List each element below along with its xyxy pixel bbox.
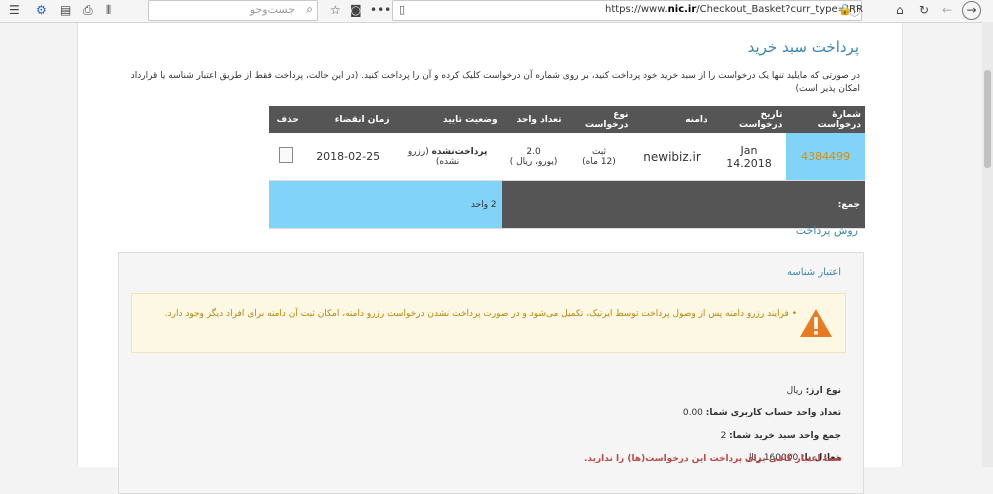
bookmark-star-icon[interactable]: ☆ bbox=[330, 2, 341, 18]
units-cell: 2.0 (یورو، ریال ) bbox=[501, 133, 566, 181]
warning-icon bbox=[800, 309, 832, 337]
units-value: 2.0 bbox=[526, 146, 541, 157]
currency-line: نوع ارز: ریال bbox=[786, 386, 841, 396]
browser-toolbar: ☰ ⚙ ▤ ⎙ ⫴ جست‌وجو ⌕ ☆ ◙ ••• ▯ https://ww… bbox=[0, 0, 993, 23]
delete-icon[interactable] bbox=[278, 147, 293, 163]
expiry-date: 2018-02-25 bbox=[302, 133, 394, 181]
search-icon: ⌕ bbox=[306, 2, 313, 16]
forward-arrow-icon[interactable]: → bbox=[962, 1, 981, 20]
table-header-row: شمارهٔ درخواست تاریخ درخواست دامنه نوع د… bbox=[269, 106, 865, 133]
col-request-date: تاریخ درخواست bbox=[711, 106, 787, 133]
status-cell: پرداخت‌نشده (رزرو نشده) bbox=[393, 133, 502, 181]
main-content: پرداخت سبد خرید در صورتی که مایلید تنها … bbox=[77, 23, 903, 494]
page-scrollbar[interactable] bbox=[982, 22, 993, 467]
page-title: پرداخت سبد خرید bbox=[747, 38, 859, 56]
balance-line: تعداد واحد حساب کاربری شما: 0.00 bbox=[682, 408, 841, 418]
address-bar[interactable]: ▯ https://www.nic.ir/Checkout_Basket?cur… bbox=[392, 0, 863, 21]
request-date: Jan 14.2018 bbox=[711, 133, 787, 181]
print-icon[interactable]: ⎙ bbox=[83, 2, 93, 18]
total-label: جمع: bbox=[501, 180, 865, 229]
menu-icon[interactable]: ☰ bbox=[9, 2, 20, 18]
basket-line: جمع واحد سبد خرید شما: 2 bbox=[720, 431, 841, 441]
col-status: وضعیت تایید bbox=[393, 106, 502, 133]
more-actions-icon[interactable]: ••• bbox=[370, 2, 391, 18]
back-arrow-icon[interactable]: ← bbox=[942, 2, 952, 18]
reload-icon[interactable]: ↻ bbox=[919, 2, 929, 18]
col-expiry: زمان انقضاء bbox=[302, 106, 394, 133]
request-type: ثبت (12 ماه) bbox=[565, 133, 633, 181]
warning-box: • فرایند رزرو دامنه پس از وصول پرداخت تو… bbox=[131, 293, 846, 353]
request-number-link[interactable]: 4384499 bbox=[786, 133, 865, 181]
library-icon[interactable]: ⫴ bbox=[106, 2, 111, 18]
col-units: تعداد واحد bbox=[501, 106, 566, 133]
col-delete: حذف bbox=[269, 106, 303, 133]
search-input[interactable]: جست‌وجو bbox=[250, 3, 295, 16]
delete-cell bbox=[269, 133, 303, 181]
panel-title[interactable]: اعتبار شناسه bbox=[787, 267, 841, 278]
status-badge: پرداخت‌نشده bbox=[431, 146, 488, 157]
order-table: شمارهٔ درخواست تاریخ درخواست دامنه نوع د… bbox=[269, 106, 865, 229]
pocket-icon[interactable]: ◙ bbox=[350, 2, 362, 18]
request-type-period: (12 ماه) bbox=[582, 156, 616, 167]
total-value: 2 واحد bbox=[269, 180, 502, 229]
search-box[interactable]: جست‌وجو ⌕ bbox=[148, 0, 318, 21]
total-row: جمع: 2 واحد bbox=[269, 180, 865, 229]
domain-name: newibiz.ir bbox=[632, 133, 712, 181]
request-type-label: ثبت bbox=[591, 146, 606, 157]
col-request-type: نوع درخواست bbox=[565, 106, 633, 133]
intro-text: در صورتی که مایلید تنها یک درخواست را از… bbox=[130, 71, 860, 94]
scrollbar-thumb[interactable] bbox=[984, 70, 991, 168]
reader-view-icon[interactable]: ▤ bbox=[60, 2, 71, 18]
info-icon[interactable]: ⓘ bbox=[849, 3, 860, 19]
page-icon: ▯ bbox=[399, 3, 406, 16]
insufficient-credit-error: شما اعتبار کافی برای پرداخت این درخواست(… bbox=[584, 454, 842, 464]
warning-text: • فرایند رزرو دامنه پس از وصول پرداخت تو… bbox=[164, 309, 797, 319]
units-note: (یورو، ریال ) bbox=[509, 156, 558, 167]
table-row: 4384499 Jan 14.2018 newibiz.ir ثبت (12 م… bbox=[269, 133, 865, 181]
col-request-number: شمارهٔ درخواست bbox=[786, 106, 865, 133]
extension-icon[interactable]: ⚙ bbox=[36, 2, 47, 18]
url-text[interactable]: https://www.nic.ir/Checkout_Basket?curr_… bbox=[605, 4, 863, 15]
col-domain: دامنه bbox=[632, 106, 712, 133]
home-icon[interactable]: ⌂ bbox=[896, 2, 904, 18]
payment-method-title: روش پرداخت bbox=[795, 224, 858, 237]
